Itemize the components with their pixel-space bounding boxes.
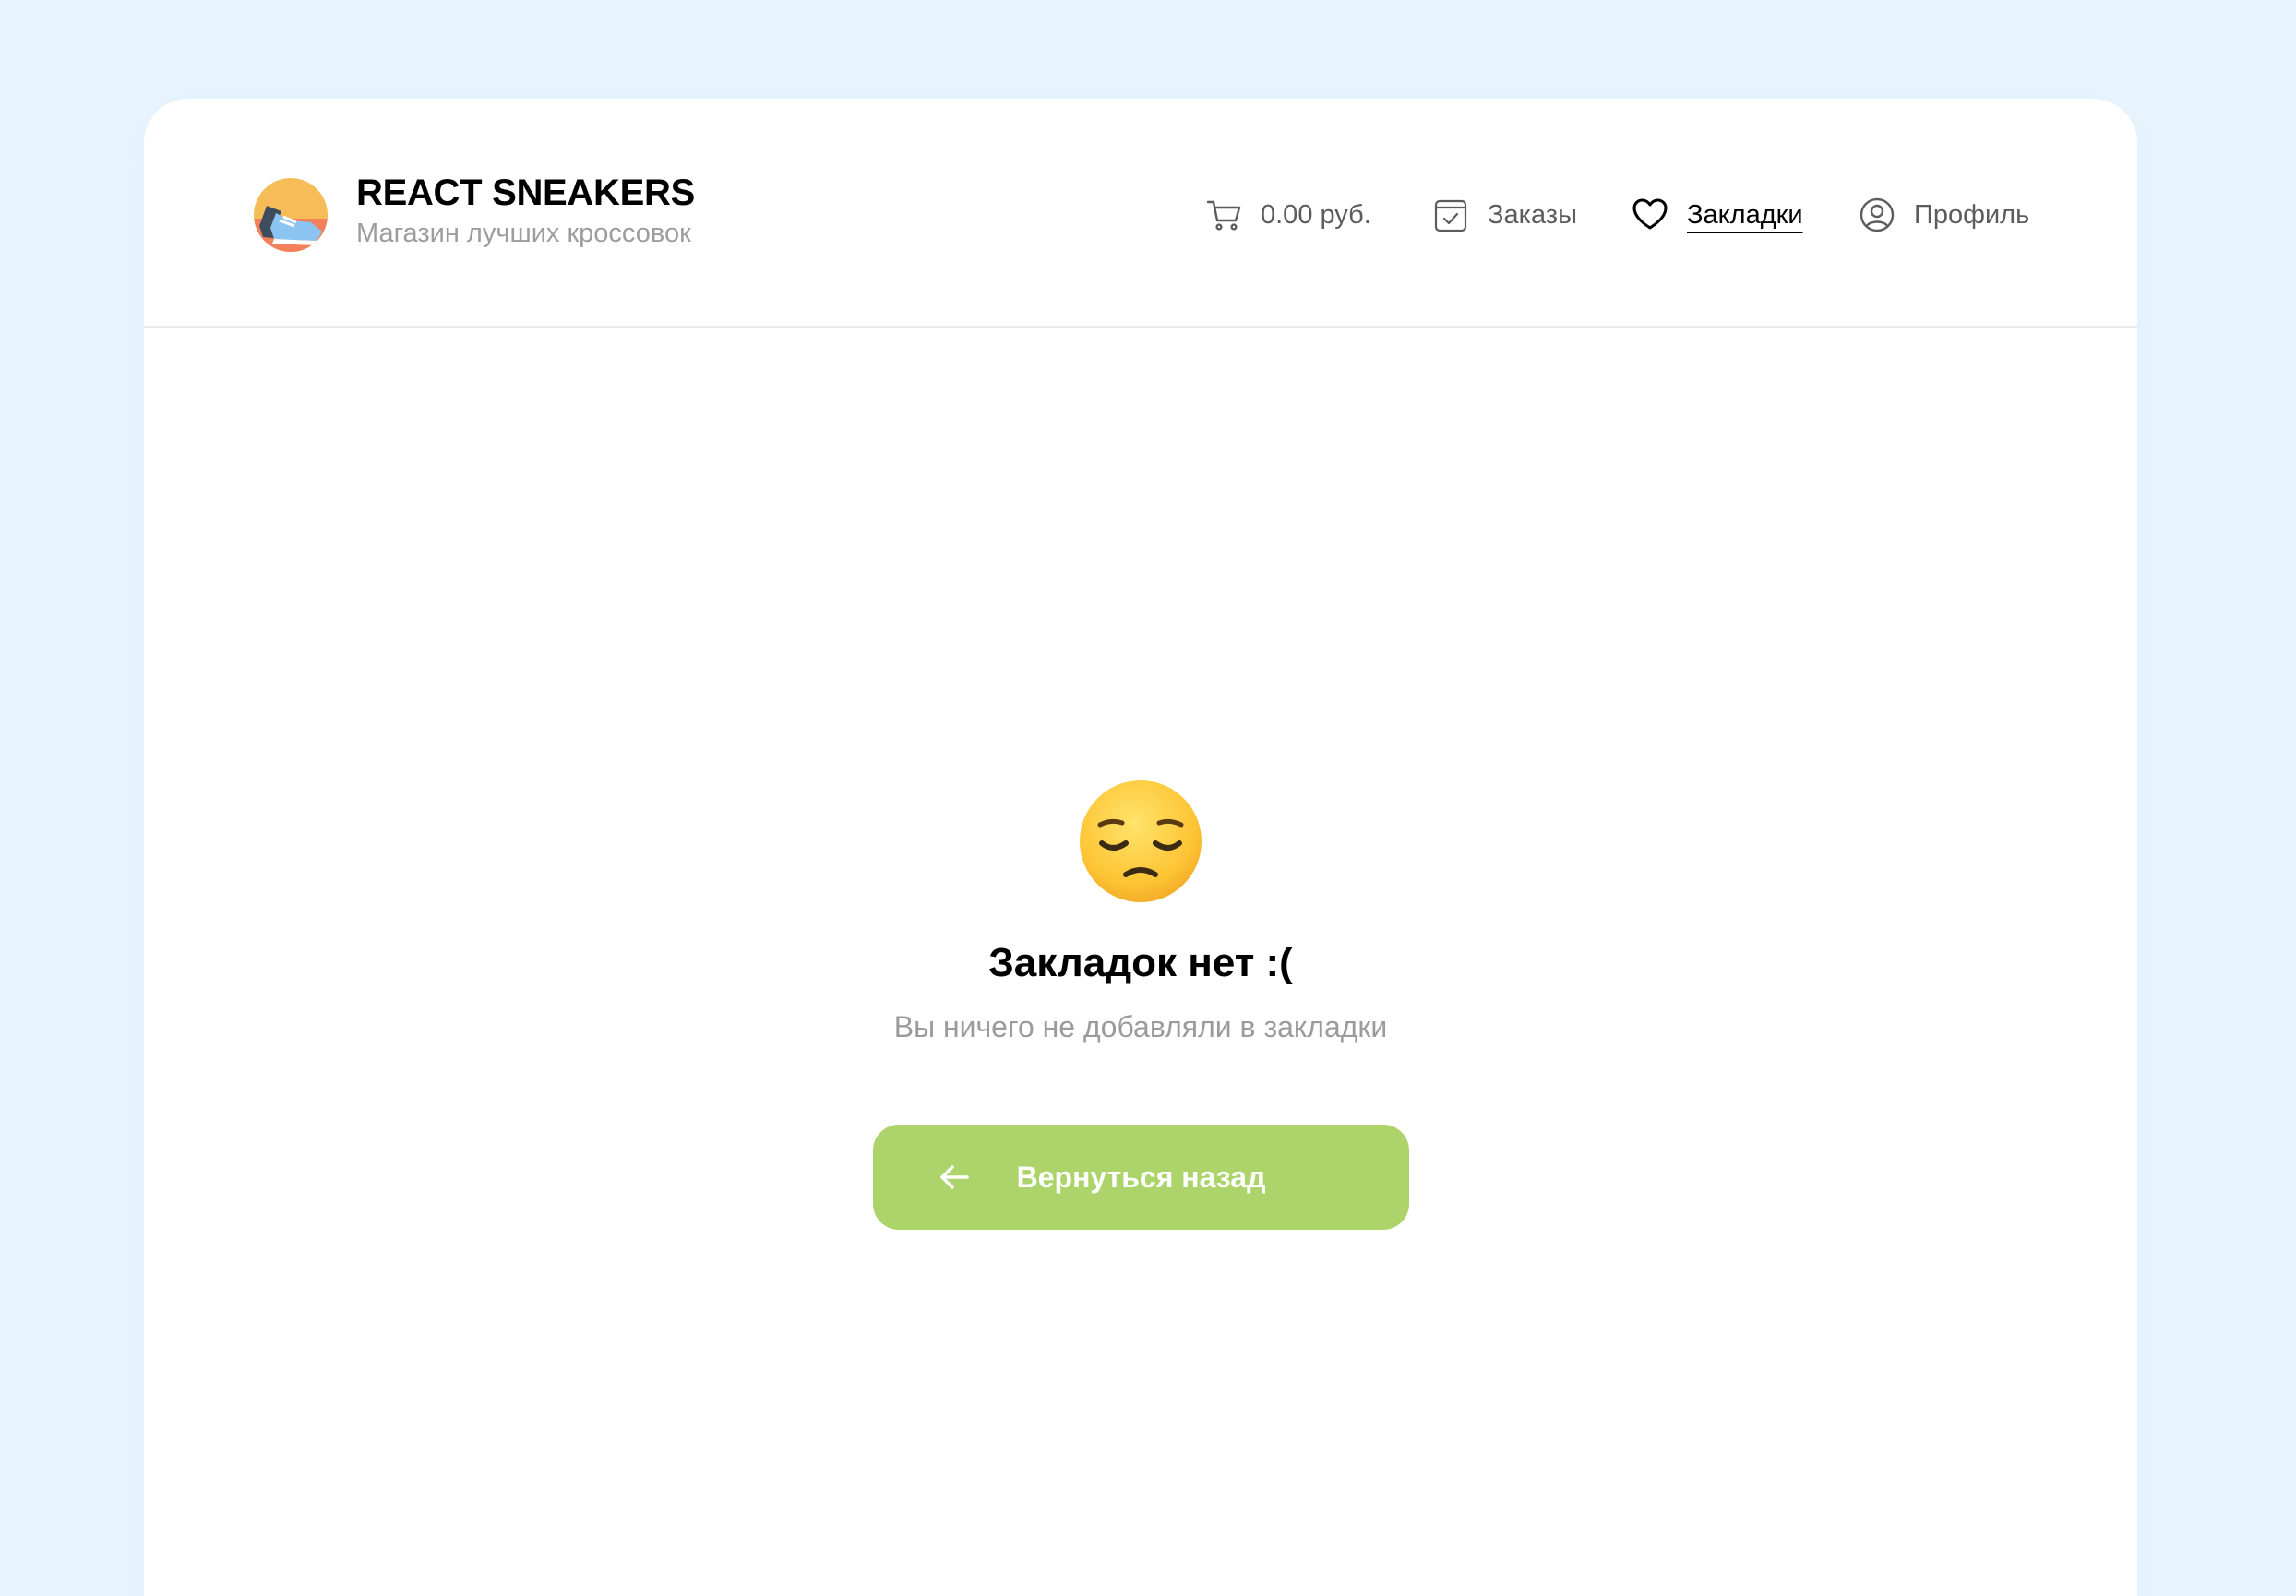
cart-total: 0.00 руб. (1261, 199, 1371, 230)
logo-icon[interactable] (254, 178, 328, 252)
cart-icon (1205, 197, 1242, 233)
main-card: REACT SNEAKERS Магазин лучших кроссовок … (144, 99, 2137, 1596)
nav-cart[interactable]: 0.00 руб. (1205, 195, 1371, 235)
brand-subtitle: Магазин лучших кроссовок (356, 219, 691, 248)
pensive-face-icon (1080, 780, 1202, 902)
nav-orders-label: Заказы (1488, 199, 1577, 230)
user-icon (1859, 197, 1895, 233)
empty-state-subtitle: Вы ничего не добавляли в закладки (893, 1010, 1388, 1043)
go-back-label: Вернуться назад (1016, 1161, 1266, 1194)
nav-profile[interactable]: Профиль (1859, 195, 2029, 235)
heart-icon (1632, 197, 1668, 233)
orders-icon (1432, 197, 1469, 233)
nav-profile-label: Профиль (1914, 199, 2030, 230)
nav-orders[interactable]: Заказы (1432, 195, 1577, 235)
nav-bookmarks-label: Закладки (1687, 199, 1803, 230)
go-back-button[interactable]: Вернуться назад (873, 1125, 1409, 1230)
nav-bookmarks[interactable]: Закладки (1632, 195, 1803, 235)
header: REACT SNEAKERS Магазин лучших кроссовок … (144, 99, 2137, 328)
empty-state-title: Закладок нет :( (988, 940, 1293, 985)
brand-title: REACT SNEAKERS (356, 173, 695, 213)
